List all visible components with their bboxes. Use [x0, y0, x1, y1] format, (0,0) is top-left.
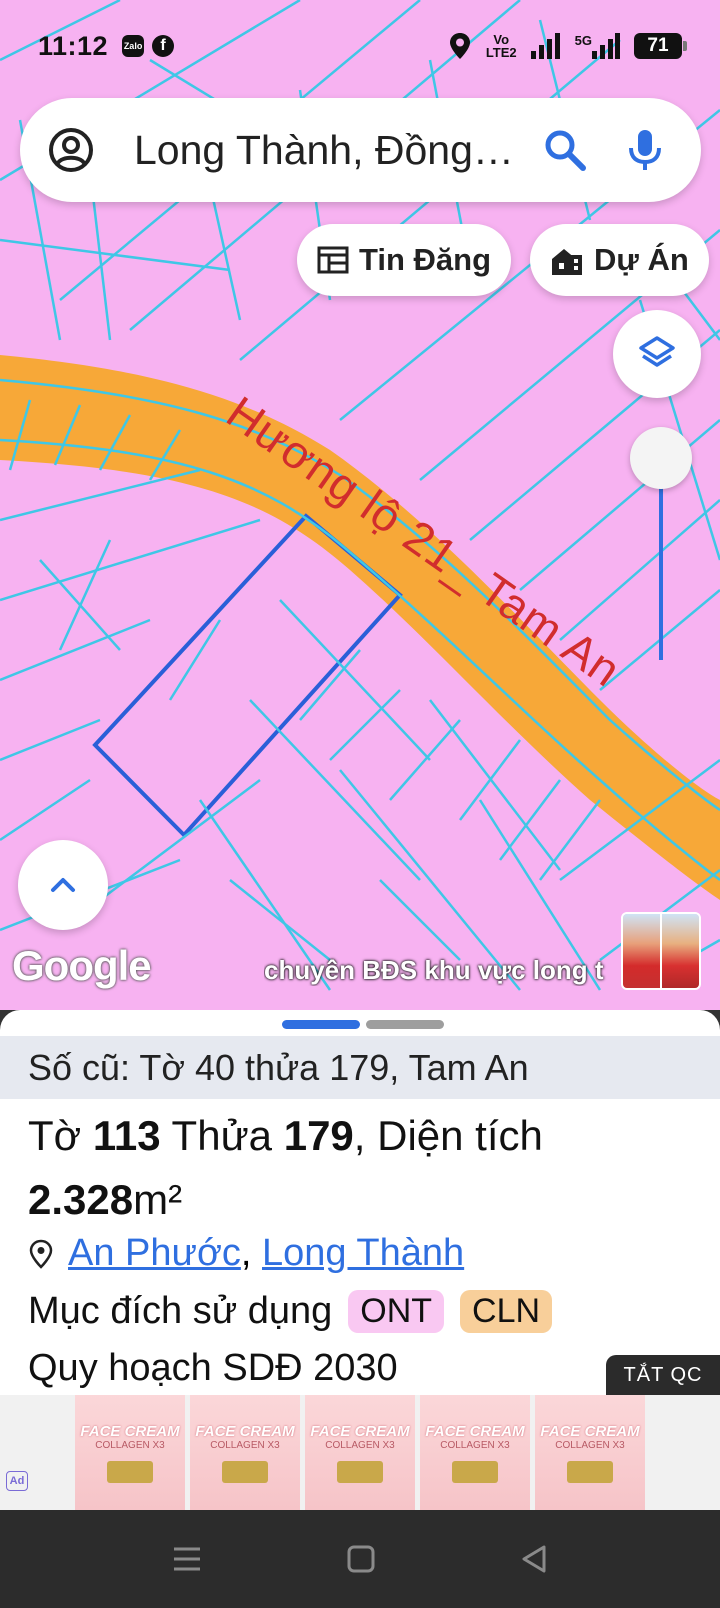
mic-icon[interactable] — [625, 128, 665, 172]
hide-ad-button[interactable]: TẮT QC — [606, 1355, 720, 1395]
video-thumbnail[interactable] — [621, 912, 701, 990]
ward-link[interactable]: An Phước — [68, 1232, 241, 1275]
facebook-icon: f — [152, 35, 175, 57]
layers-icon — [639, 336, 675, 367]
pager-dot[interactable] — [366, 1020, 444, 1029]
chip-label: Dự Án — [594, 242, 689, 277]
land-plan-label[interactable]: Quy hoạch SDĐ 2030 — [28, 1347, 398, 1390]
zalo-icon: Zalo — [122, 35, 145, 57]
ad-banner[interactable]: Ad FACE CREAM COLLAGEN X3 FACE CREAM COLLA… — [0, 1395, 720, 1510]
cream-jar-image — [107, 1461, 153, 1483]
cream-jar-image — [337, 1461, 383, 1483]
area-value: 2.328 — [28, 1176, 134, 1223]
parcel-title: Tờ 113 Thửa 179, Diện tích 2.328m² — [28, 1112, 543, 1223]
search-input[interactable]: Long Thành, Đồng… — [134, 127, 529, 174]
back-icon[interactable] — [519, 1544, 549, 1574]
search-bar[interactable]: Long Thành, Đồng… — [20, 98, 701, 202]
pager-dot-active[interactable] — [282, 1020, 360, 1029]
zoom-slider-handle[interactable] — [630, 427, 692, 489]
recent-apps-icon[interactable] — [171, 1544, 203, 1574]
expand-button[interactable] — [18, 840, 108, 930]
parcel-location: An Phước, Long Thành — [28, 1232, 464, 1275]
battery-icon: 71 — [634, 33, 687, 59]
area-unit: m² — [133, 1176, 183, 1223]
layers-button[interactable] — [613, 310, 701, 398]
ad-badge-icon: Ad — [6, 1471, 28, 1491]
cream-jar-image — [567, 1461, 613, 1483]
ad-tile[interactable]: FACE CREAM COLLAGEN X3 — [305, 1395, 415, 1510]
listing-icon — [317, 246, 349, 274]
search-icon[interactable] — [543, 128, 587, 172]
cream-jar-image — [222, 1461, 268, 1483]
tag-cln[interactable]: CLN — [460, 1290, 553, 1333]
notification-icons: Zalo f — [122, 35, 175, 57]
old-parcel-info: Số cũ: Tờ 40 thửa 179, Tam An — [0, 1036, 720, 1099]
chip-du-an[interactable]: Dự Án — [530, 224, 709, 296]
status-right: Vo LTE2 5G 71 — [448, 32, 687, 60]
chevron-up-icon — [51, 878, 75, 892]
chip-tin-dang[interactable]: Tin Đăng — [297, 224, 512, 296]
parcel-info-sheet[interactable]: Số cũ: Tờ 40 thửa 179, Tam An Tờ 113 Thử… — [0, 1010, 720, 1395]
zoom-slider-track[interactable] — [659, 460, 663, 660]
chip-label: Tin Đăng — [359, 242, 492, 277]
land-use-purpose: Mục đích sử dụng ONT CLN — [28, 1290, 553, 1333]
location-icon — [449, 33, 470, 59]
parcel-number: 179 — [283, 1112, 354, 1159]
purpose-label: Mục đích sử dụng — [28, 1290, 333, 1332]
status-bar: 11:12 Zalo f Vo LTE2 5G 71 — [0, 0, 720, 92]
account-icon[interactable] — [48, 127, 94, 173]
home-icon[interactable] — [346, 1544, 376, 1574]
cream-jar-image — [452, 1461, 498, 1483]
status-time: 11:12 — [38, 30, 109, 61]
district-link[interactable]: Long Thành — [262, 1232, 464, 1275]
map-view[interactable]: Hương lộ 21_ Tam An 11:12 Zalo f Vo LTE2 … — [0, 0, 720, 1010]
ad-tile[interactable]: FACE CREAM COLLAGEN X3 — [190, 1395, 300, 1510]
google-logo: Google — [12, 942, 152, 989]
sheet-number: 113 — [92, 1112, 161, 1159]
volte-indicator: Vo LTE2 — [485, 32, 517, 60]
ad-tile[interactable]: FACE CREAM COLLAGEN X3 — [420, 1395, 530, 1510]
sheet-pager[interactable] — [282, 1020, 444, 1029]
ad-tile[interactable]: FACE CREAM COLLAGEN X3 — [535, 1395, 645, 1510]
tag-ont[interactable]: ONT — [348, 1290, 445, 1333]
building-icon — [552, 249, 582, 275]
signal-5g-icon: 5G — [575, 33, 620, 59]
system-nav-bar — [0, 1510, 720, 1608]
signal-icon — [530, 33, 560, 59]
ad-tile[interactable]: FACE CREAM COLLAGEN X3 — [75, 1395, 185, 1510]
video-caption: chuyên BĐS khu vực long t — [264, 955, 604, 985]
pin-icon — [29, 1239, 53, 1269]
